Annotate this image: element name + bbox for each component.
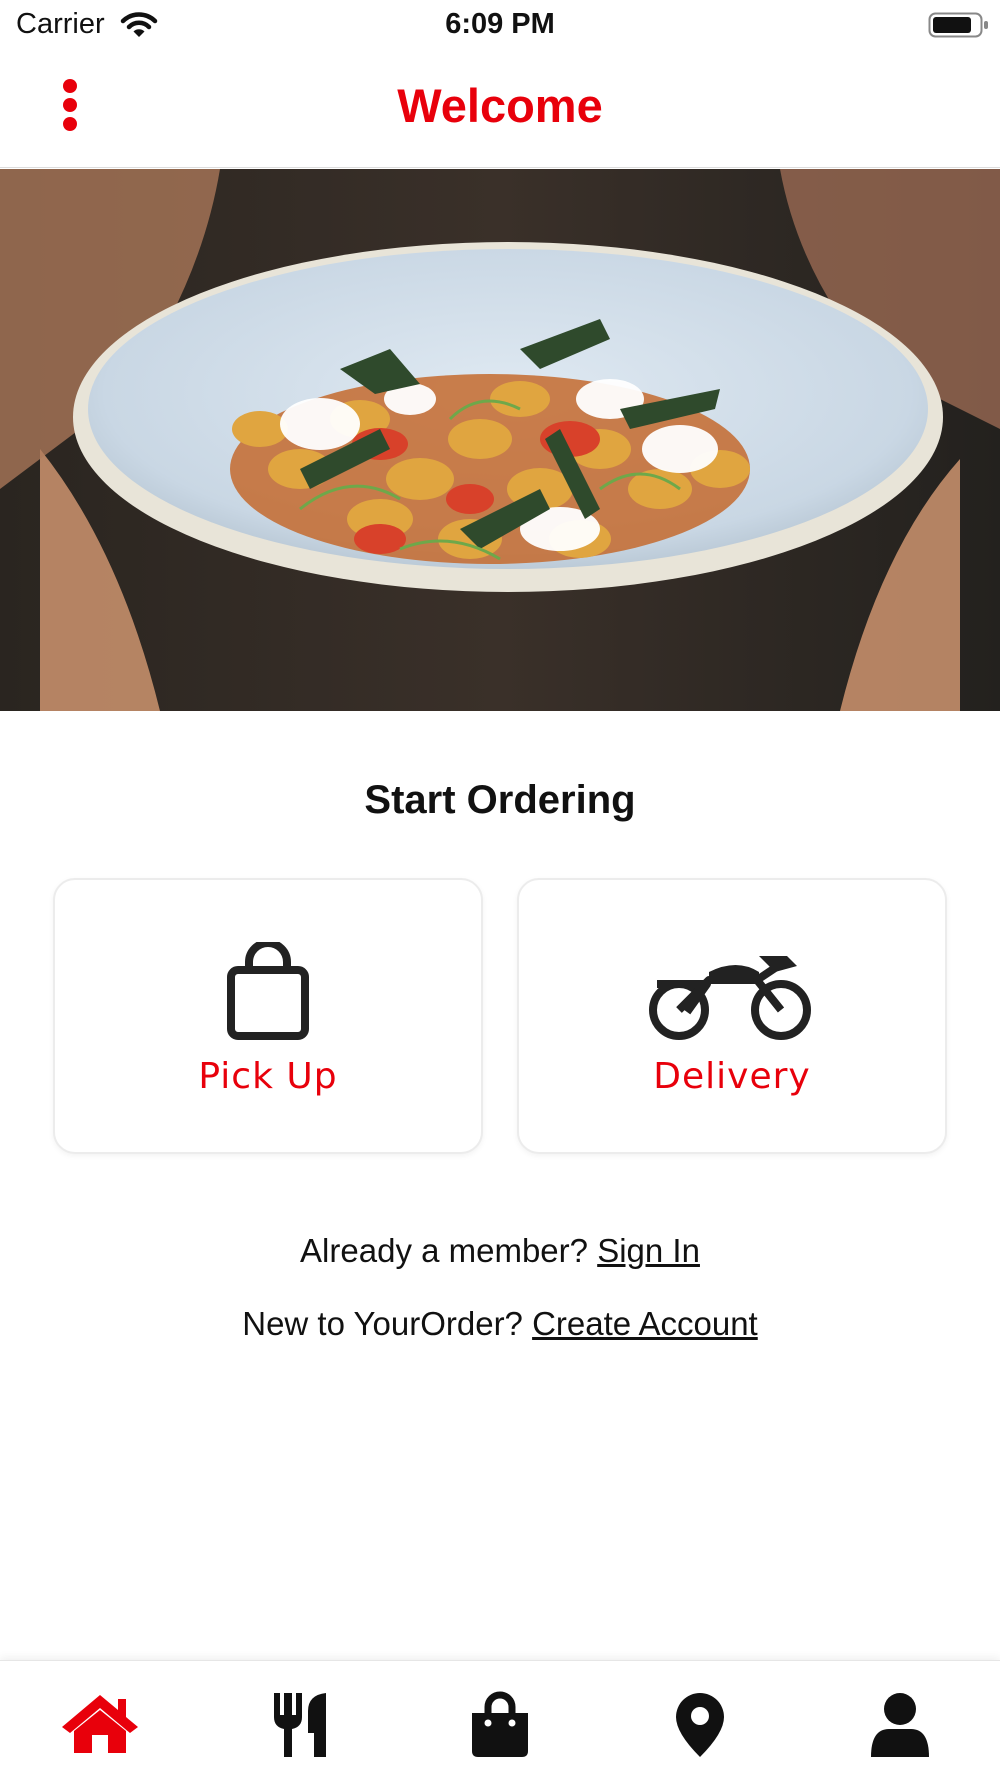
pick-up-button[interactable]: Pick Up [53,878,483,1154]
tab-bag[interactable] [400,1661,600,1778]
delivery-button[interactable]: Delivery [517,878,947,1154]
home-icon [62,1695,138,1753]
tab-home[interactable] [0,1661,200,1778]
fork-knife-icon [274,1693,326,1757]
battery-icon [928,12,988,38]
motorbike-icon [649,956,811,1040]
user-icon [871,1693,929,1757]
status-bar: Carrier 6:09 PM [0,0,1000,52]
create-account-prompt: New to YourOrder? Create Account [0,1305,1000,1343]
create-account-link[interactable]: Create Account [532,1305,758,1342]
tab-menu[interactable] [200,1661,400,1778]
hero-image [0,169,1000,711]
app-header: Welcome [0,52,1000,168]
start-ordering-title: Start Ordering [364,778,636,822]
sign-in-link[interactable]: Sign In [597,1232,700,1269]
shopping-bag-icon [227,939,309,1040]
map-pin-icon [676,1693,724,1757]
tab-bar [0,1660,1000,1778]
clock: 6:09 PM [445,8,555,40]
sign-in-prompt: Already a member? Sign In [0,1232,1000,1270]
page-title: Welcome [397,79,603,132]
pick-up-label: Pick Up [198,1056,338,1097]
tab-locations[interactable] [600,1661,800,1778]
tab-account[interactable] [800,1661,1000,1778]
member-prompt-text: Already a member? [300,1232,589,1269]
new-user-prompt-text: New to YourOrder? [242,1305,523,1342]
delivery-label: Delivery [653,1056,811,1097]
shopping-bag-icon [472,1691,528,1757]
